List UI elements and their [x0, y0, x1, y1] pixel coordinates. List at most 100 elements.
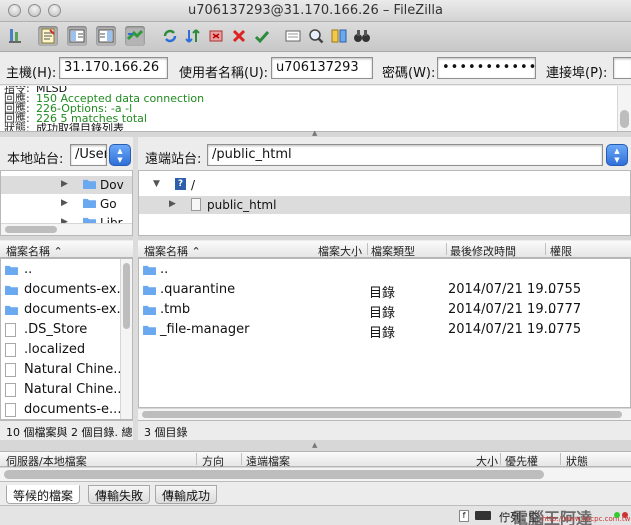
refresh-icon[interactable] — [160, 26, 180, 46]
remote-file-name: .tmb — [160, 302, 191, 317]
disconnect-icon[interactable] — [229, 26, 249, 46]
local-file-row[interactable]: .localized — [1, 340, 132, 360]
local-tree-hscrollbar[interactable] — [1, 223, 132, 235]
site-manager-icon[interactable] — [6, 26, 26, 46]
local-site-label: 本地站台: — [7, 152, 64, 167]
remote-site-bar: 遠端站台: /public_html ▲ ▼ — [139, 137, 631, 169]
remote-file-list: .. .quarantine 目錄 2014/07/21 19... 0755 .tmb 目… — [138, 258, 631, 408]
expand-arrow-icon[interactable]: ▶ — [61, 179, 68, 189]
remote-status-bar: 3 個目錄 — [138, 420, 631, 440]
remote-col-permissions[interactable]: 權限 — [550, 243, 572, 259]
message-log: 指令: MLSD 回應: 150 Accepted data connection 回應… — [0, 86, 631, 132]
username-label: 使用者名稱(U): — [179, 66, 269, 81]
port-input[interactable] — [613, 57, 631, 79]
local-file-row[interactable]: Natural Chine... — [1, 380, 132, 400]
queue-splitter[interactable]: ▲ — [0, 440, 631, 451]
password-label: 密碼(W): — [382, 66, 436, 81]
toggle-remote-tree-icon[interactable] — [96, 26, 116, 46]
tree-splitter[interactable] — [0, 236, 631, 240]
remote-tree-item[interactable]: ▶ public_html — [139, 196, 630, 214]
remote-list-hscrollbar[interactable] — [138, 408, 631, 420]
directory-listing-filter-icon[interactable] — [283, 26, 303, 46]
local-path-input[interactable]: /User — [70, 144, 107, 166]
remote-file-permissions: 0755 — [548, 282, 582, 297]
local-file-name: Natural Chine... — [24, 382, 126, 397]
encryption-icon: f — [459, 510, 469, 522]
local-file-row[interactable]: .DS_Store — [1, 320, 132, 340]
file-icon — [5, 403, 16, 417]
local-tree-item[interactable]: ▶ Go — [1, 195, 132, 213]
upload-indicator-icon — [614, 512, 620, 518]
local-file-row[interactable]: documents-ex... — [1, 300, 132, 320]
local-list-header: 檔案名稱 ⌃ — [0, 241, 133, 258]
reconnect-icon[interactable] — [252, 26, 272, 46]
compare-directories-icon[interactable] — [306, 26, 326, 46]
queue-hscrollbar[interactable] — [0, 467, 631, 481]
local-file-name: .. — [24, 262, 33, 277]
local-col-name[interactable]: 檔案名稱 ⌃ — [6, 243, 63, 259]
folder-icon — [5, 304, 18, 315]
toggle-message-log-icon[interactable] — [38, 26, 58, 46]
local-file-name: .DS_Store — [24, 322, 88, 337]
remote-site-label: 遠端站台: — [145, 152, 202, 167]
port-label: 連接埠(P): — [546, 66, 608, 81]
expand-arrow-icon[interactable]: ▶ — [61, 198, 68, 208]
remote-path-input[interactable]: /public_html — [207, 144, 603, 166]
remote-tree-item[interactable]: ▼? / — [139, 176, 630, 194]
remote-file-type: 目錄 — [369, 326, 396, 341]
password-input[interactable]: ••••••••••• — [437, 57, 536, 79]
username-input[interactable]: u706137293 — [271, 57, 373, 79]
remote-file-row[interactable]: .quarantine 目錄 2014/07/21 19... 0755 — [139, 280, 630, 301]
remote-col-size[interactable]: 檔案大小 — [318, 243, 362, 259]
local-file-row[interactable]: documents-ex... — [1, 280, 132, 300]
local-file-row[interactable]: .. — [1, 260, 132, 280]
expand-arrow-icon[interactable]: ▶ — [169, 199, 176, 209]
remote-col-type[interactable]: 檔案類型 — [371, 243, 415, 259]
binoculars-search-icon[interactable] — [352, 26, 372, 46]
cancel-operation-icon[interactable] — [206, 26, 226, 46]
host-input[interactable]: 31.170.166.26 — [59, 57, 168, 79]
collapse-arrow-icon[interactable]: ▼ — [153, 179, 160, 189]
process-queue-icon[interactable] — [183, 26, 203, 46]
log-scrollbar[interactable] — [617, 86, 631, 131]
local-directory-tree: ▶Dov▶Go▶Libr — [0, 170, 133, 236]
app-status-bar: f 佇列: 空 電腦王阿達 http://www.kocpc.com.tw — [0, 505, 631, 525]
local-file-name: .localized — [24, 342, 86, 357]
remote-path-dropdown[interactable]: ▲ ▼ — [606, 144, 628, 166]
remote-file-modified: 2014/07/21 19... — [448, 302, 556, 317]
local-file-name: documents-e... — [24, 402, 122, 417]
local-list-scrollbar[interactable] — [120, 259, 132, 419]
local-file-list: .. documents-ex... documents-ex... .DS_Stor… — [0, 258, 133, 420]
remote-col-name[interactable]: 檔案名稱 ⌃ — [144, 243, 201, 259]
local-tree-label: Dov — [100, 178, 124, 192]
folder-icon — [143, 304, 156, 315]
local-file-row[interactable]: documents-e... — [1, 400, 132, 419]
remote-col-modified[interactable]: 最後修改時間 — [450, 243, 516, 259]
folder-icon — [143, 324, 156, 335]
window-title: u706137293@31.170.166.26 – FileZilla — [187, 3, 443, 18]
local-path-dropdown[interactable]: ▲ ▼ — [109, 144, 131, 166]
local-file-name: documents-ex... — [24, 282, 129, 297]
tab-successful-transfers[interactable]: 傳輸成功 — [155, 485, 218, 504]
remote-tree-label: public_html — [207, 198, 277, 212]
binary-mode-icon — [475, 511, 491, 520]
folder-icon — [5, 284, 18, 295]
synchronized-browsing-icon[interactable] — [329, 26, 349, 46]
toggle-transfer-queue-icon[interactable] — [125, 26, 145, 46]
remote-file-row[interactable]: .. — [139, 260, 630, 280]
local-tree-item[interactable]: ▶ Dov — [1, 176, 132, 194]
remote-file-row[interactable]: _file-manager 目錄 2014/07/21 19... 0775 — [139, 320, 630, 341]
quickconnect-bar: 主機(H): 31.170.166.26 使用者名稱(U): u70613729… — [0, 53, 631, 85]
remote-file-row[interactable]: .tmb 目錄 2014/07/21 19... 0777 — [139, 300, 630, 321]
folder-icon — [5, 264, 18, 275]
toggle-local-tree-icon[interactable] — [67, 26, 87, 46]
remote-list-header: 檔案名稱 ⌃ 檔案大小 檔案類型 最後修改時間 權限 — [138, 241, 631, 258]
sort-ascending-icon: ⌃ — [191, 245, 201, 258]
folder-icon — [191, 198, 201, 211]
local-file-row[interactable]: Natural Chine... — [1, 360, 132, 380]
file-icon — [5, 363, 16, 377]
tab-failed-transfers[interactable]: 傳輸失敗 — [88, 485, 151, 504]
tab-queued-files[interactable]: 等候的檔案 — [6, 485, 81, 504]
log-scroll-thumb[interactable] — [620, 110, 629, 128]
file-icon — [5, 343, 16, 357]
